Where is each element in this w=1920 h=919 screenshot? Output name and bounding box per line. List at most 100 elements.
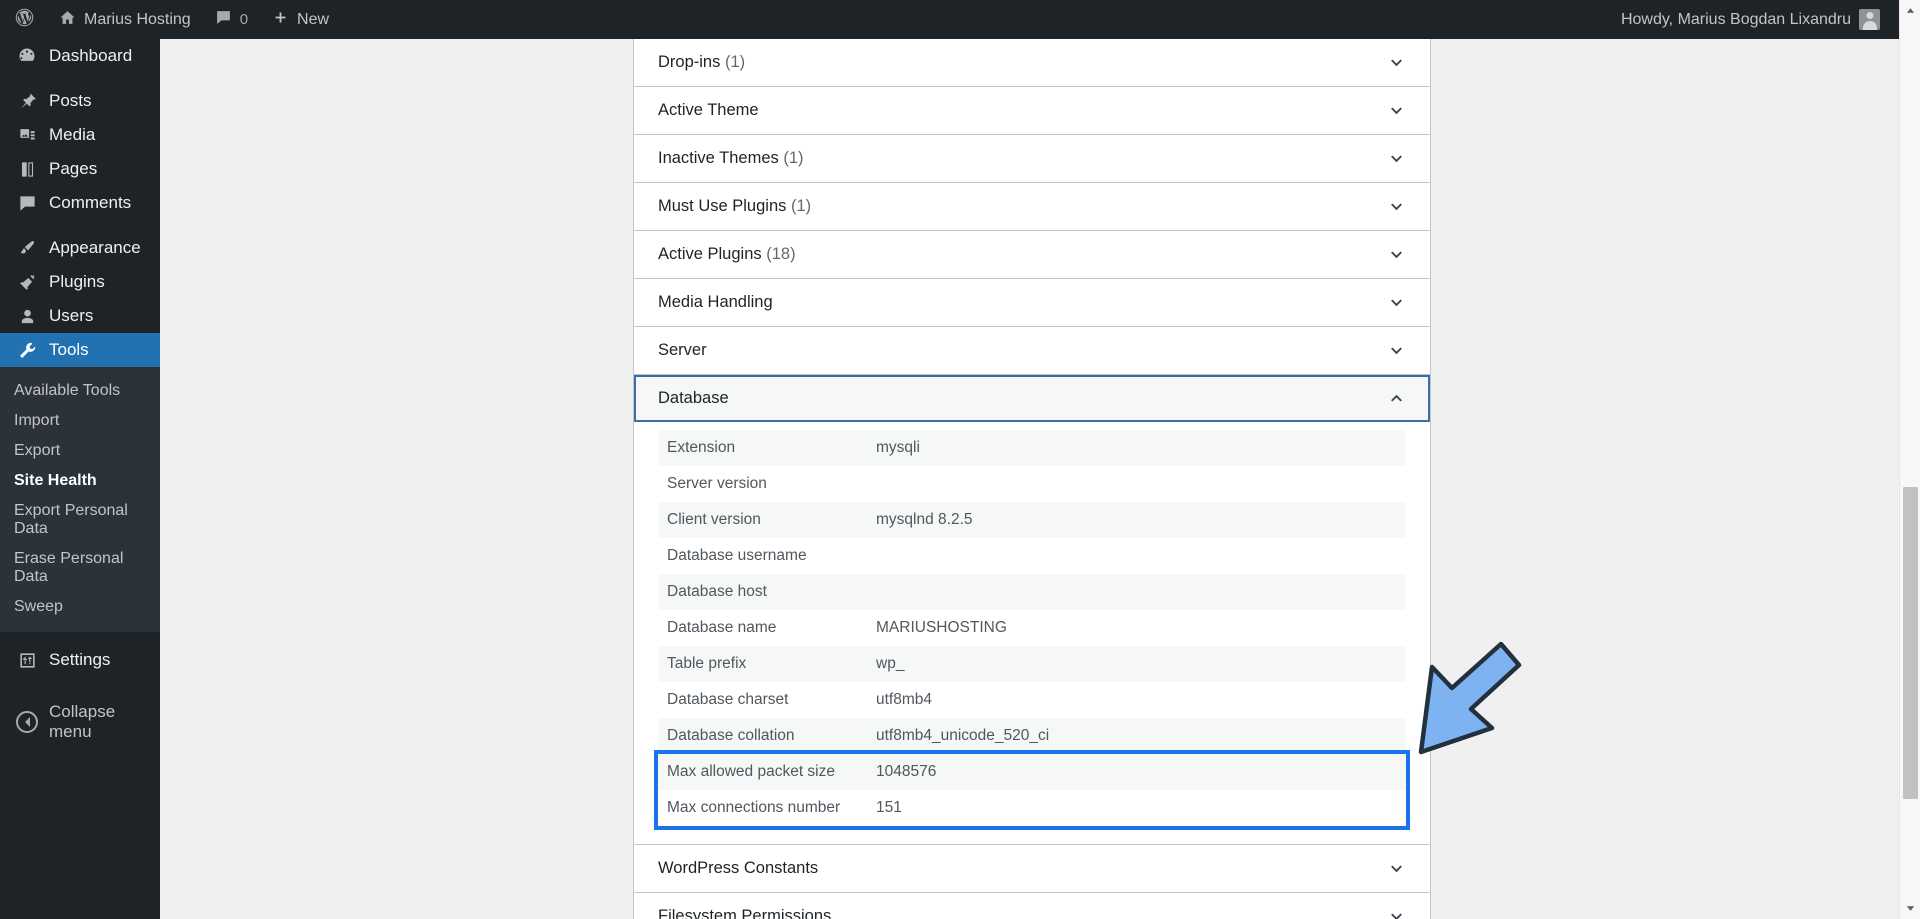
database-info-table-highlighted: Max allowed packet size 1048576 Max conn… xyxy=(658,754,1406,826)
submenu-item-site-health[interactable]: Site Health xyxy=(0,466,160,496)
row-value: mysqlnd 8.2.5 xyxy=(876,511,973,528)
section-count: (1) xyxy=(790,197,812,215)
home-icon xyxy=(59,9,76,31)
sidebar-item-comments[interactable]: Comments xyxy=(0,186,160,220)
submenu-item-sweep[interactable]: Sweep xyxy=(0,592,160,622)
chevron-down-icon xyxy=(1391,155,1402,163)
accordion-section-server: Server xyxy=(634,327,1430,375)
chevron-down-icon xyxy=(1391,299,1402,307)
section-title: Active Plugins xyxy=(658,245,762,263)
submenu-item-export-personal-data[interactable]: Export Personal Data xyxy=(0,496,160,544)
section-title: Must Use Plugins xyxy=(658,197,787,215)
scrollbar-thumb[interactable] xyxy=(1903,487,1918,799)
accordion-trigger-active-plugins[interactable]: Active Plugins (18) xyxy=(634,231,1430,278)
table-row: Database charset utf8mb4 xyxy=(658,682,1406,718)
site-name-label: Marius Hosting xyxy=(84,10,191,28)
menu-separator xyxy=(0,632,160,643)
table-row: Server version xyxy=(658,466,1406,502)
scroll-down-arrow-icon xyxy=(1906,906,1915,911)
scroll-up-arrow-icon xyxy=(1906,8,1915,13)
row-label: Database host xyxy=(667,583,767,600)
page-scrollbar[interactable] xyxy=(1899,0,1920,919)
row-label: Database name xyxy=(667,619,777,636)
menu-separator xyxy=(0,73,160,84)
sidebar-item-dashboard[interactable]: Dashboard xyxy=(0,39,160,73)
chevron-down-icon xyxy=(1391,251,1402,259)
section-title: WordPress Constants xyxy=(658,859,819,877)
my-account-menu[interactable]: Howdy, Marius Bogdan Lixandru xyxy=(1609,0,1920,39)
section-count: (1) xyxy=(783,149,804,167)
submenu-item-available-tools[interactable]: Available Tools xyxy=(0,376,160,406)
chevron-down-icon xyxy=(1391,913,1402,919)
users-icon xyxy=(16,305,38,327)
dashboard-icon xyxy=(16,45,38,67)
site-name-menu[interactable]: Marius Hosting xyxy=(47,0,203,39)
accordion-trigger-inactive-themes[interactable]: Inactive Themes (1) xyxy=(634,135,1430,182)
scroll-down-button[interactable] xyxy=(1900,898,1920,919)
highlighted-rows-annotation: Max allowed packet size 1048576 Max conn… xyxy=(654,750,1410,830)
row-label: Extension xyxy=(667,439,736,456)
scroll-up-button[interactable] xyxy=(1900,0,1920,21)
chevron-down-icon xyxy=(1391,107,1402,115)
sidebar-item-label: Users xyxy=(49,306,94,325)
accordion-section-filesystem-permissions: Filesystem Permissions xyxy=(634,893,1430,919)
new-content-menu[interactable]: New xyxy=(260,0,341,39)
section-count: (18) xyxy=(766,245,796,263)
section-title: Media Handling xyxy=(658,293,773,311)
accordion-trigger-database[interactable]: Database xyxy=(634,375,1430,422)
collapse-arrow-icon xyxy=(16,711,38,733)
sidebar-item-tools[interactable]: Tools xyxy=(0,333,168,367)
accordion-trigger-server[interactable]: Server xyxy=(634,327,1430,374)
collapse-menu-button[interactable]: Collapse menu xyxy=(0,702,160,741)
accordion-trigger-active-theme[interactable]: Active Theme xyxy=(634,87,1430,134)
admin-sidebar-menu: Dashboard Posts Media Pages Comments App… xyxy=(0,39,168,919)
submenu-item-import[interactable]: Import xyxy=(0,406,160,436)
accordion-trigger-must-use-plugins[interactable]: Must Use Plugins (1) xyxy=(634,183,1430,230)
section-title: Database xyxy=(658,389,729,407)
sidebar-item-media[interactable]: Media xyxy=(0,118,160,152)
main-content-area: Drop-ins (1) Active Theme Inactive Theme… xyxy=(160,39,1905,919)
site-health-accordion: Drop-ins (1) Active Theme Inactive Theme… xyxy=(633,39,1431,919)
sidebar-item-plugins[interactable]: Plugins xyxy=(0,265,160,299)
accordion-trigger-drop-ins[interactable]: Drop-ins (1) xyxy=(634,39,1430,86)
accordion-section-wordpress-constants: WordPress Constants xyxy=(634,845,1430,893)
sidebar-item-label: Comments xyxy=(49,193,132,212)
accordion-trigger-filesystem-permissions[interactable]: Filesystem Permissions xyxy=(634,893,1430,919)
admin-bar: Marius Hosting 0 New Howdy, Marius Bogda… xyxy=(0,0,1920,39)
section-title: Active Theme xyxy=(658,101,759,119)
accordion-trigger-wordpress-constants[interactable]: WordPress Constants xyxy=(634,845,1430,892)
database-panel: Extension mysqli Server version Client v… xyxy=(634,422,1430,844)
table-row: Extension mysqli xyxy=(658,430,1406,466)
tools-submenu: Available Tools Import Export Site Healt… xyxy=(0,367,160,632)
sidebar-item-pages[interactable]: Pages xyxy=(0,152,160,186)
accordion-trigger-media-handling[interactable]: Media Handling xyxy=(634,279,1430,326)
row-value: 1048576 xyxy=(876,763,937,780)
sidebar-item-label: Plugins xyxy=(49,272,105,291)
submenu-item-erase-personal-data[interactable]: Erase Personal Data xyxy=(0,544,160,592)
posts-pin-icon xyxy=(16,90,38,112)
sidebar-item-label: Posts xyxy=(49,91,92,110)
sidebar-item-posts[interactable]: Posts xyxy=(0,84,160,118)
plus-icon xyxy=(272,9,289,31)
accordion-section-media-handling: Media Handling xyxy=(634,279,1430,327)
accordion-section-database: Database Extension mysqli Server version xyxy=(634,375,1430,845)
wordpress-logo-icon xyxy=(14,7,35,33)
chevron-down-icon xyxy=(1391,203,1402,211)
row-value: utf8mb4_unicode_520_ci xyxy=(876,727,1050,744)
row-value: wp_ xyxy=(876,655,905,672)
table-row: Max allowed packet size 1048576 xyxy=(658,754,1406,790)
pages-icon xyxy=(16,158,38,180)
submenu-item-export[interactable]: Export xyxy=(0,436,160,466)
wordpress-logo-menu[interactable] xyxy=(0,0,47,39)
row-value xyxy=(876,538,1406,574)
database-info-table: Extension mysqli Server version Client v… xyxy=(658,430,1406,754)
sidebar-item-settings[interactable]: Settings xyxy=(0,643,160,677)
section-title: Inactive Themes xyxy=(658,149,779,167)
chevron-down-icon xyxy=(1391,347,1402,355)
sidebar-item-appearance[interactable]: Appearance xyxy=(0,231,160,265)
media-icon xyxy=(16,124,38,146)
settings-sliders-icon xyxy=(16,649,38,671)
sidebar-item-users[interactable]: Users xyxy=(0,299,160,333)
sidebar-item-label: Dashboard xyxy=(49,46,133,65)
comments-bubble-menu[interactable]: 0 xyxy=(203,0,260,39)
